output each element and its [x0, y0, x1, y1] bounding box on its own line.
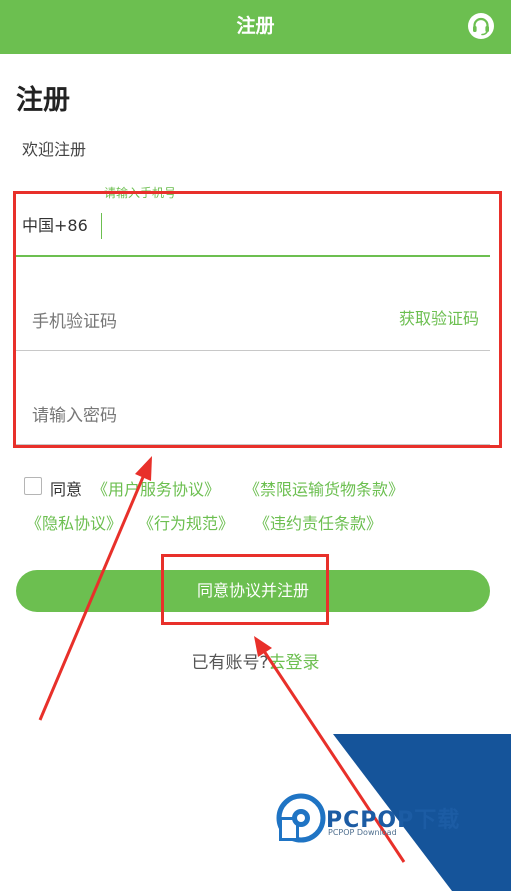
- app-header: 注册: [0, 0, 511, 54]
- password-input[interactable]: [32, 400, 472, 432]
- phone-input[interactable]: [100, 208, 484, 240]
- agree-and-register-button[interactable]: 同意协议并注册: [16, 570, 490, 612]
- page-subtitle: 欢迎注册: [22, 140, 87, 159]
- text-caret: [101, 213, 102, 239]
- header-title: 注册: [236, 15, 275, 37]
- customer-support-button[interactable]: [467, 12, 495, 40]
- user-service-agreement-link[interactable]: 《用户服务协议》: [92, 476, 220, 500]
- watermark-subtitle: PCPOP Download: [328, 828, 397, 837]
- login-prompt-text: 已有账号?: [191, 653, 269, 673]
- password-field-underline: [16, 444, 490, 445]
- verification-code-input[interactable]: [32, 306, 362, 338]
- breach-liability-terms-link[interactable]: 《违约责任条款》: [254, 510, 382, 534]
- agreement-checkbox[interactable]: [24, 477, 42, 495]
- go-login-link[interactable]: 去登录: [269, 653, 320, 673]
- login-prompt-row: 已有账号?去登录: [0, 648, 511, 673]
- phone-floating-label: 请输入手机号: [104, 186, 177, 200]
- annotation-overlay: [38, 456, 511, 891]
- page-title: 注册: [16, 85, 70, 116]
- get-code-button[interactable]: 获取验证码: [399, 305, 479, 329]
- country-code-selector[interactable]: 中国+86: [22, 212, 88, 236]
- code-field-underline: [16, 350, 490, 351]
- watermark-logo-icon: [276, 793, 326, 843]
- code-of-conduct-link[interactable]: 《行为规范》: [138, 510, 234, 534]
- phone-field-underline: [16, 255, 490, 257]
- prohibited-goods-terms-link[interactable]: 《禁限运输货物条款》: [244, 476, 404, 500]
- privacy-agreement-link[interactable]: 《隐私协议》: [26, 510, 122, 534]
- headset-icon: [468, 13, 494, 39]
- agree-label: 同意: [50, 480, 83, 499]
